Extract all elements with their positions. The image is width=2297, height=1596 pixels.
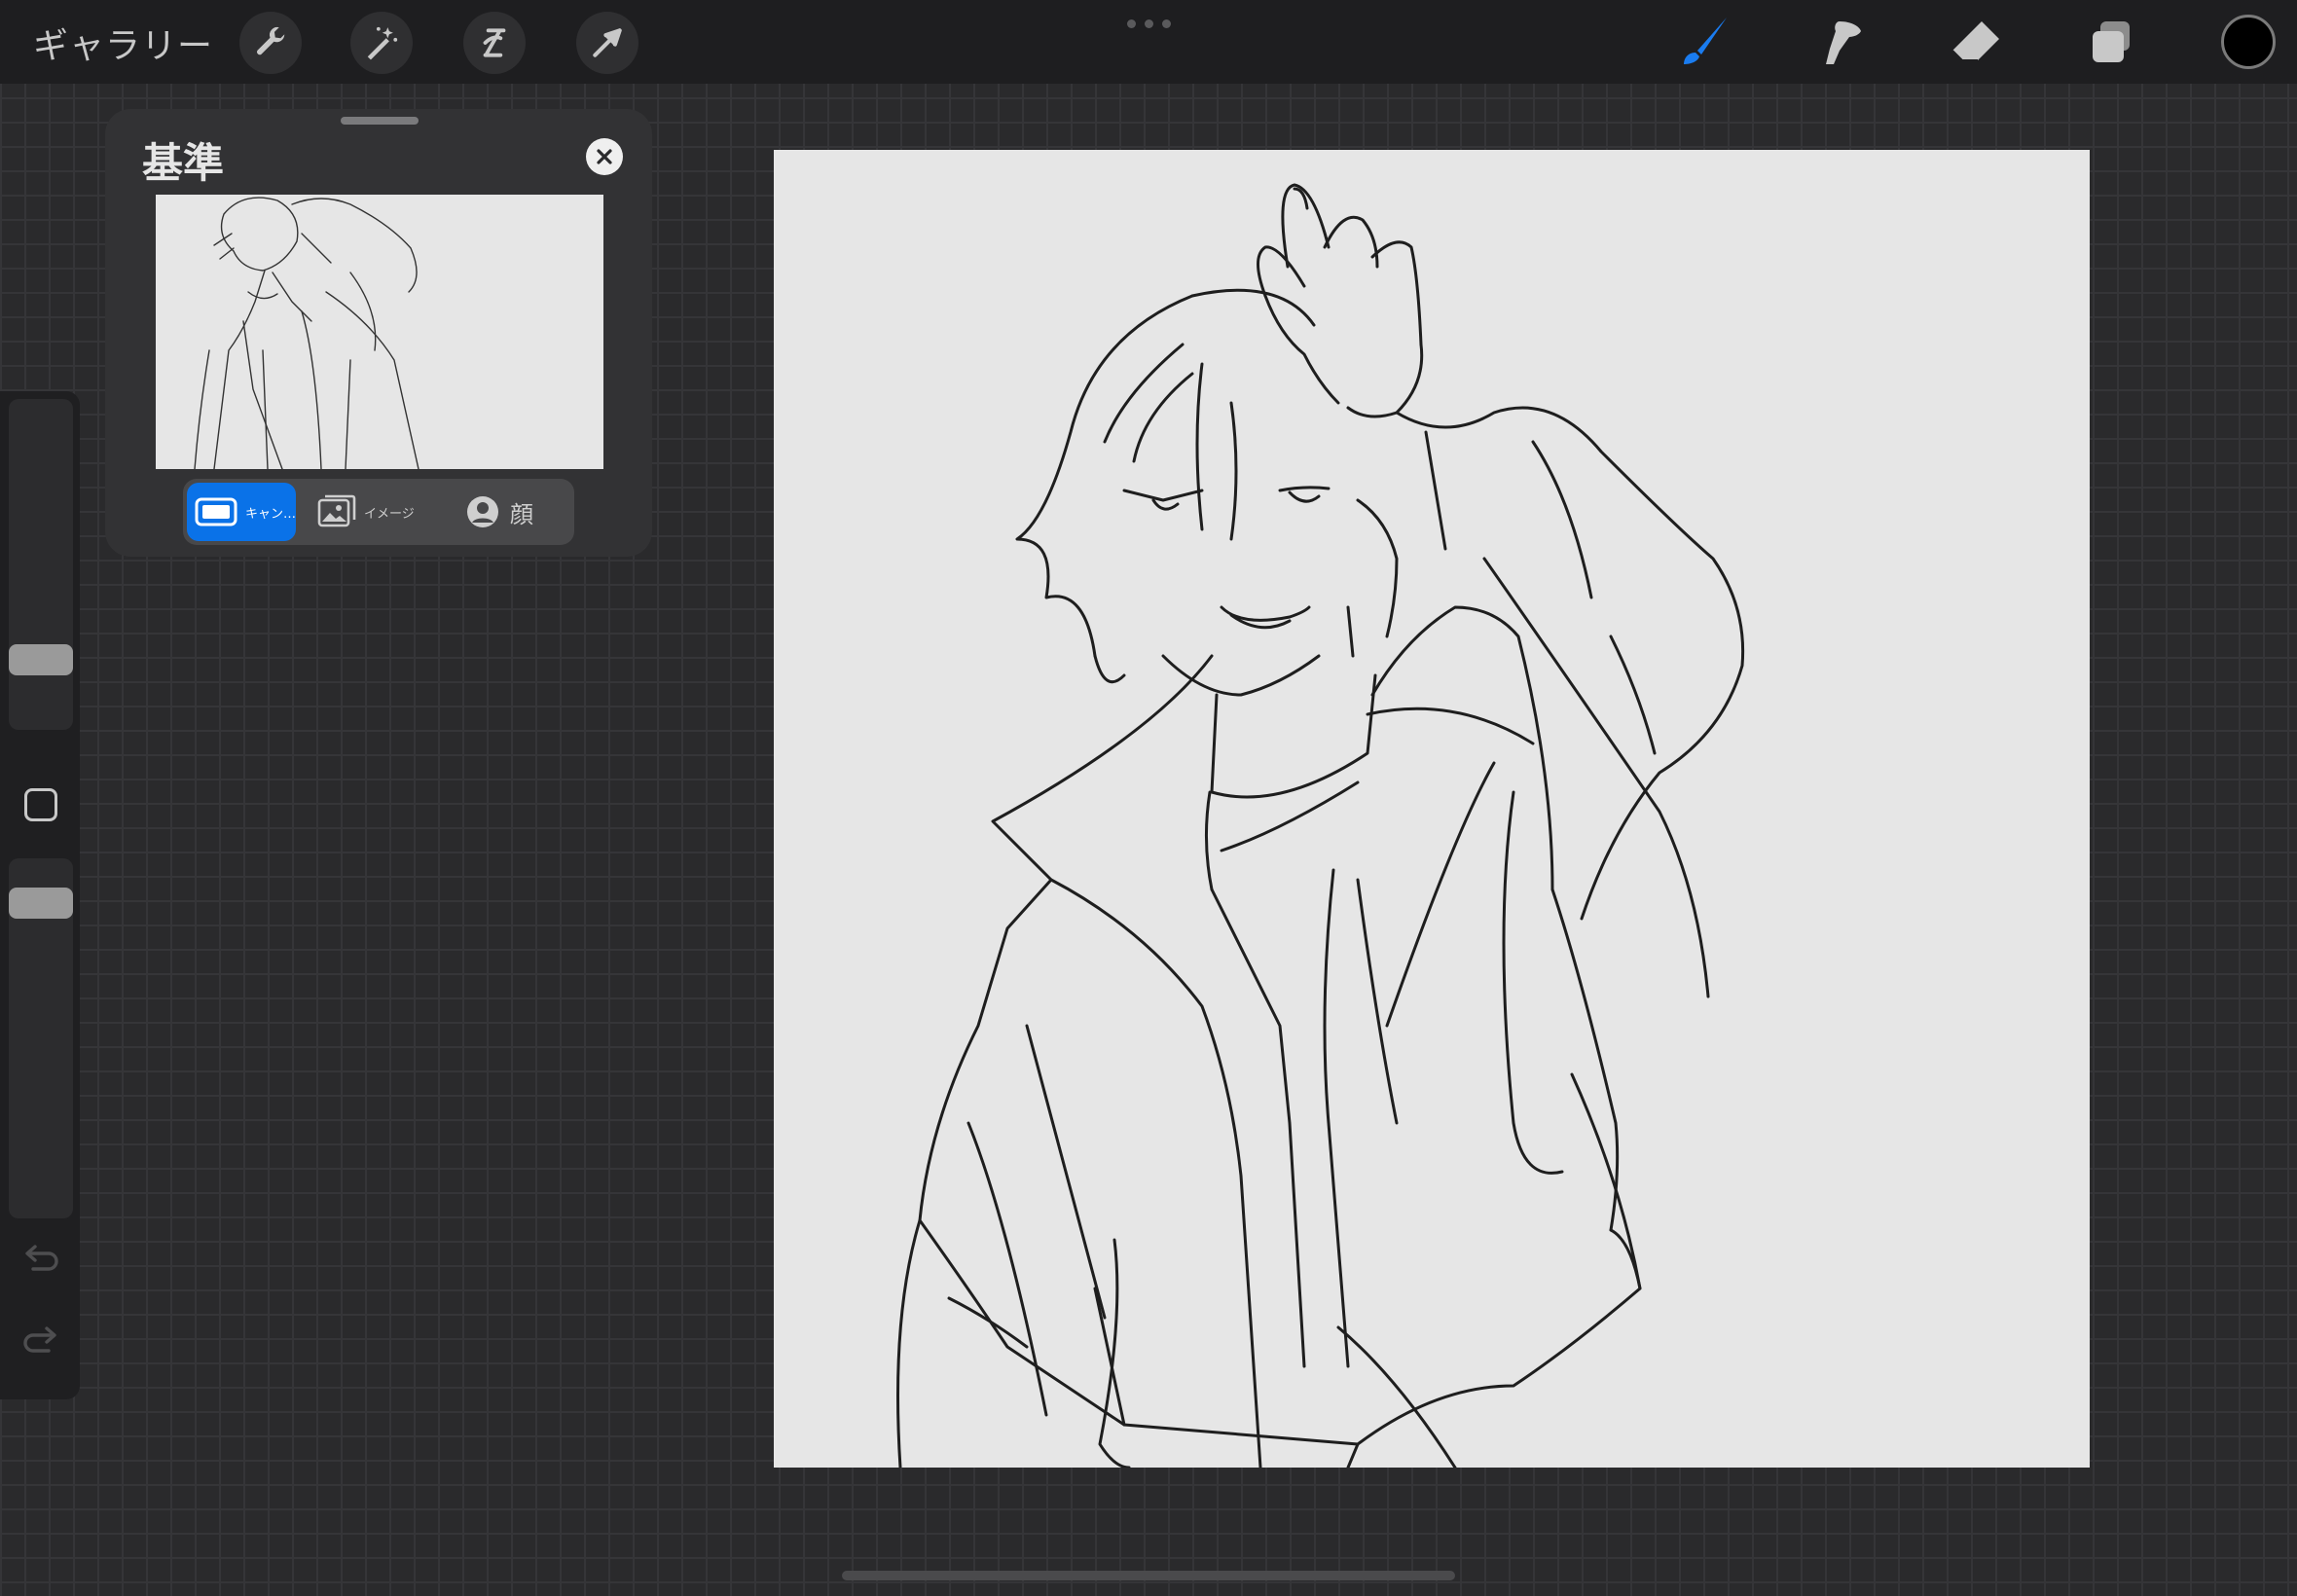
drawing-canvas[interactable] [774, 150, 2090, 1468]
tab-face-label: 顔 [510, 500, 533, 528]
line-art-drawing [896, 183, 1745, 1468]
selection-button[interactable] [463, 12, 526, 74]
reference-mode-selector: キャン… イメージ 顔 [183, 479, 574, 545]
brush-size-slider[interactable] [9, 399, 73, 730]
selection-icon [483, 28, 506, 57]
transform-button[interactable] [576, 12, 638, 74]
image-icon [317, 494, 356, 527]
top-toolbar: ギャラリー [0, 0, 2297, 84]
tab-face[interactable]: 顔 [465, 483, 559, 541]
tab-canvas-label: キャン… [245, 506, 297, 522]
close-icon [597, 149, 612, 164]
smudge-icon [1826, 21, 1861, 64]
face-icon [467, 496, 498, 527]
modify-button[interactable] [24, 788, 57, 821]
transform-arrow-icon [593, 28, 622, 57]
actions-button[interactable] [239, 12, 302, 74]
tab-canvas[interactable]: キャン… [187, 483, 296, 541]
eraser-tool-button[interactable] [1947, 14, 2005, 72]
magic-wand-icon [367, 26, 398, 60]
sketch-thumbnail-image [194, 197, 419, 469]
wrench-icon [257, 26, 286, 55]
home-indicator[interactable] [842, 1571, 1455, 1580]
reference-panel: 基準 キャン… イメージ 顔 [105, 109, 652, 557]
layers-icon [2093, 21, 2130, 62]
tab-image[interactable]: イメージ [317, 483, 434, 541]
eraser-icon [1951, 21, 1999, 61]
opacity-thumb[interactable] [9, 888, 73, 919]
redo-icon[interactable] [21, 1325, 60, 1359]
panel-grabber[interactable] [341, 117, 419, 125]
brush-icon [1684, 18, 1727, 64]
canvas-icon [195, 497, 237, 526]
close-button[interactable] [586, 138, 623, 175]
gallery-button[interactable]: ギャラリー [33, 18, 213, 68]
left-sidebar [0, 391, 80, 1399]
tab-image-label: イメージ [364, 506, 415, 522]
undo-icon[interactable] [21, 1244, 60, 1277]
brush-size-thumb[interactable] [9, 644, 73, 675]
color-picker-button[interactable] [2221, 15, 2276, 69]
adjustments-button[interactable] [350, 12, 413, 74]
paint-tool-button[interactable] [1674, 14, 1732, 72]
layers-button[interactable] [2083, 14, 2141, 72]
reference-thumbnail [156, 195, 603, 469]
more-dots-handle[interactable] [1127, 19, 1171, 28]
smudge-tool-button[interactable] [1810, 14, 1869, 72]
panel-title: 基準 [142, 139, 225, 187]
